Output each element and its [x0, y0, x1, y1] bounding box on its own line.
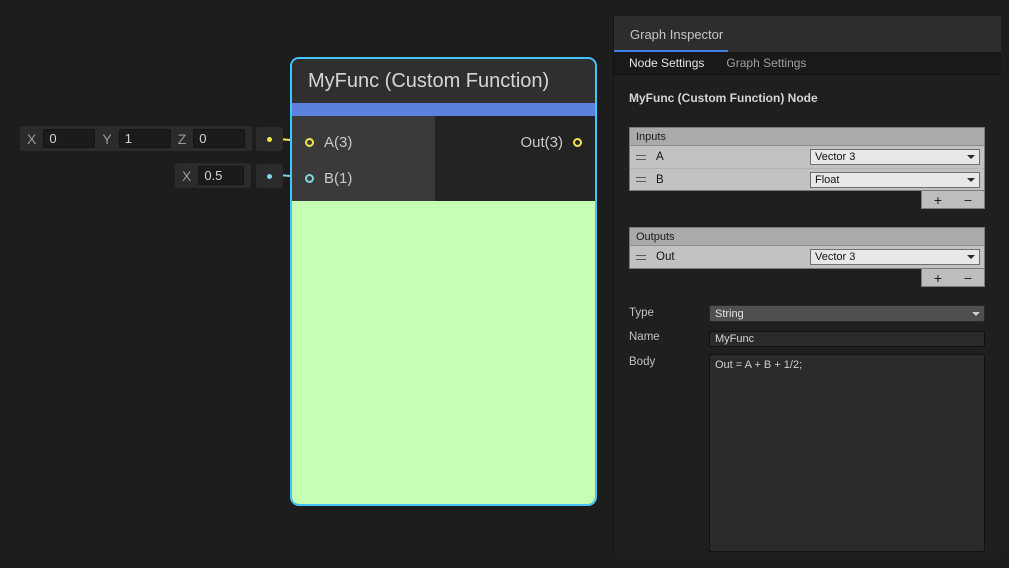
inputs-list-footer-wrap: + −: [629, 191, 985, 209]
output-out-name: Out: [656, 251, 675, 263]
float-x-field[interactable]: [198, 166, 244, 185]
outputs-list: Outputs Out Vector 3: [629, 227, 985, 269]
drag-handle-icon[interactable]: [636, 177, 646, 182]
float-output-stub[interactable]: [256, 164, 283, 188]
vector3-output-stub[interactable]: [256, 127, 283, 151]
port-b-label: B(1): [324, 170, 352, 187]
drag-handle-icon[interactable]: [636, 155, 646, 160]
body-label: Body: [629, 354, 709, 368]
body-textarea[interactable]: Out = A + B + 1/2;: [709, 354, 985, 552]
chevron-down-icon: [967, 178, 975, 182]
port-out-connector-icon[interactable]: [573, 138, 582, 147]
output-out-type-value: Vector 3: [815, 251, 855, 263]
type-dropdown[interactable]: String: [709, 305, 985, 322]
inspector-title: Graph Inspector: [630, 27, 723, 42]
tab-graph-settings[interactable]: Graph Settings: [726, 56, 806, 70]
input-b-type-value: Float: [815, 174, 839, 186]
name-field-row: Name: [629, 329, 985, 347]
type-value: String: [715, 308, 744, 320]
port-a-label: A(3): [324, 134, 352, 151]
vector3-port-dot-icon: [267, 137, 272, 142]
output-out-type-dropdown[interactable]: Vector 3: [810, 249, 980, 265]
chevron-down-icon: [967, 255, 975, 259]
port-a-connector-icon[interactable]: [305, 138, 314, 147]
node-settings-heading: MyFunc (Custom Function) Node: [629, 91, 985, 105]
node-input-ports: A(3) B(1): [292, 116, 435, 201]
float-port-dot-icon: [267, 174, 272, 179]
inputs-row-b[interactable]: B Float: [630, 168, 984, 190]
port-b-connector-icon[interactable]: [305, 174, 314, 183]
function-fields: Type String Name Body Out = A + B + 1/2;: [629, 305, 985, 557]
port-row-a: A(3): [292, 124, 435, 160]
type-field-row: Type String: [629, 305, 985, 322]
remove-input-button[interactable]: −: [953, 192, 983, 208]
input-b-name: B: [656, 174, 664, 186]
chevron-down-icon: [967, 155, 975, 159]
float-input-widget: X: [175, 163, 251, 188]
node-preview: [292, 201, 595, 504]
inputs-list-footer: + −: [921, 191, 985, 209]
input-a-type-value: Vector 3: [815, 151, 855, 163]
type-label: Type: [629, 305, 709, 319]
node-output-ports: Out(3): [435, 116, 595, 201]
body-field-row: Body Out = A + B + 1/2;: [629, 354, 985, 557]
vector3-y-field[interactable]: [119, 129, 171, 148]
node-selection-strip: [292, 103, 595, 116]
inputs-row-a[interactable]: A Vector 3: [630, 146, 984, 168]
vector3-x-label: X: [27, 131, 36, 147]
node-title: MyFunc (Custom Function): [308, 70, 549, 93]
remove-output-button[interactable]: −: [953, 270, 983, 286]
outputs-list-footer: + −: [921, 269, 985, 287]
inspector-active-underline: [614, 50, 728, 52]
custom-function-node[interactable]: MyFunc (Custom Function) A(3) B(1) Out(3…: [290, 57, 597, 506]
vector3-y-label: Y: [102, 131, 111, 147]
node-ports-area: A(3) B(1) Out(3): [292, 116, 595, 201]
input-b-type-dropdown[interactable]: Float: [810, 172, 980, 188]
vector3-z-field[interactable]: [193, 129, 245, 148]
vector3-z-label: Z: [178, 131, 187, 147]
inspector-tabs: Node Settings Graph Settings: [614, 52, 1001, 75]
inputs-list: Inputs A Vector 3 B Float: [629, 127, 985, 191]
inspector-header[interactable]: Graph Inspector: [614, 16, 1001, 52]
name-input[interactable]: [709, 331, 985, 347]
port-row-b: B(1): [292, 160, 435, 196]
graph-inspector-panel: Graph Inspector Node Settings Graph Sett…: [613, 16, 1001, 554]
vector3-input-widget: X Y Z: [20, 126, 252, 151]
add-output-button[interactable]: +: [923, 270, 953, 286]
name-label: Name: [629, 329, 709, 343]
input-a-name: A: [656, 151, 664, 163]
port-row-out: Out(3): [435, 124, 595, 160]
vector3-x-field[interactable]: [43, 129, 95, 148]
port-out-label: Out(3): [520, 134, 563, 151]
drag-handle-icon[interactable]: [636, 255, 646, 260]
inputs-list-header: Inputs: [630, 128, 984, 146]
tab-node-settings[interactable]: Node Settings: [629, 56, 704, 70]
outputs-list-footer-wrap: + −: [629, 269, 985, 287]
node-title-bar[interactable]: MyFunc (Custom Function): [292, 59, 595, 103]
outputs-list-header: Outputs: [630, 228, 984, 246]
chevron-down-icon: [972, 312, 980, 316]
input-a-type-dropdown[interactable]: Vector 3: [810, 149, 980, 165]
float-x-label: X: [182, 168, 191, 184]
inspector-content: MyFunc (Custom Function) Node Inputs A V…: [614, 75, 1001, 564]
outputs-row-out[interactable]: Out Vector 3: [630, 246, 984, 268]
add-input-button[interactable]: +: [923, 192, 953, 208]
